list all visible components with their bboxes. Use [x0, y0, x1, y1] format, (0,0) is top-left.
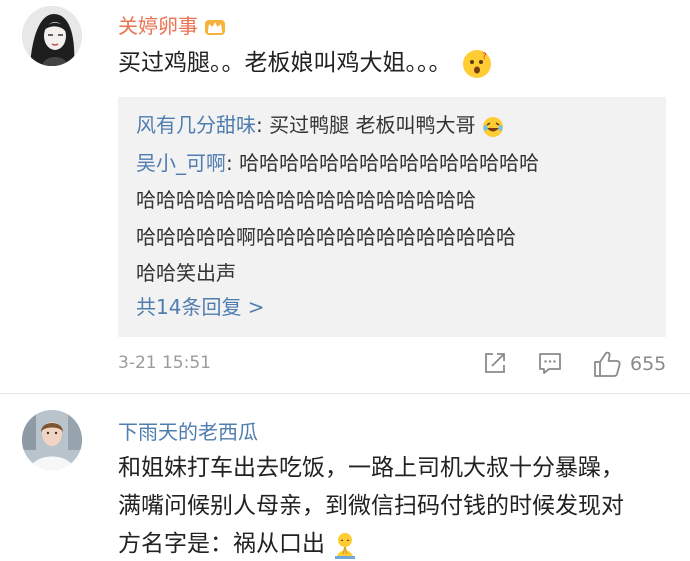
share-icon — [485, 353, 505, 373]
svg-text:?: ? — [482, 52, 487, 62]
comment-button[interactable] — [537, 350, 563, 380]
comment-text: 和姐妹打车出去吃饭，一路上司机大叔十分暴躁， 满嘴问候别人母亲，到微信扫码付钱的… — [118, 455, 624, 559]
crown-icon — [204, 16, 226, 36]
comment-icon — [539, 353, 561, 374]
reply-item: 吴小_可啊: 哈哈哈哈哈哈哈哈哈哈哈哈哈哈哈 — [136, 151, 540, 175]
reply-item-continuation: 哈哈笑出声 — [136, 261, 236, 285]
divider — [0, 393, 690, 394]
reply-item-continuation: 哈哈哈哈哈哈哈哈哈哈哈哈哈哈哈哈哈 — [136, 188, 476, 212]
avatar[interactable] — [22, 6, 82, 66]
timestamp: 3-21 15:51 — [118, 353, 211, 373]
username[interactable]: 下雨天的老西瓜 — [118, 416, 258, 445]
like-button[interactable] — [592, 350, 622, 380]
comment-text: 买过鸡腿。。老板娘叫鸡大姐。。。 ? — [118, 44, 491, 82]
username[interactable]: 关婷卵事 — [118, 10, 226, 39]
username-text[interactable]: 关婷卵事 — [118, 14, 198, 38]
comment-feed: 关婷卵事 买过鸡腿。。老板娘叫鸡大姐。。。 ? 风有几分甜味: 买过鸭腿 老板叫… — [0, 0, 690, 561]
share-button[interactable] — [482, 350, 508, 380]
thumbs-up-icon — [594, 351, 621, 377]
reply-box[interactable]: 风有几分甜味: 买过鸭腿 老板叫鸭大哥 吴小_可啊: 哈哈哈哈哈哈哈哈哈哈哈哈哈… — [118, 97, 666, 337]
view-replies-link[interactable]: 共14条回复 > — [136, 291, 265, 320]
laughing-tears-emoji — [482, 116, 504, 138]
like-count: 655 — [630, 353, 667, 375]
avatar[interactable] — [22, 410, 82, 470]
reply-username[interactable]: 风有几分甜味 — [136, 113, 256, 137]
reply-username[interactable]: 吴小_可啊 — [136, 151, 226, 175]
thinking-face-emoji: ? — [462, 49, 491, 78]
praying-figure-emoji — [332, 531, 358, 559]
reply-item-continuation: 哈哈哈哈哈啊哈哈哈哈哈哈哈哈哈哈哈哈哈 — [136, 225, 516, 249]
reply-item: 风有几分甜味: 买过鸭腿 老板叫鸭大哥 — [136, 107, 504, 143]
